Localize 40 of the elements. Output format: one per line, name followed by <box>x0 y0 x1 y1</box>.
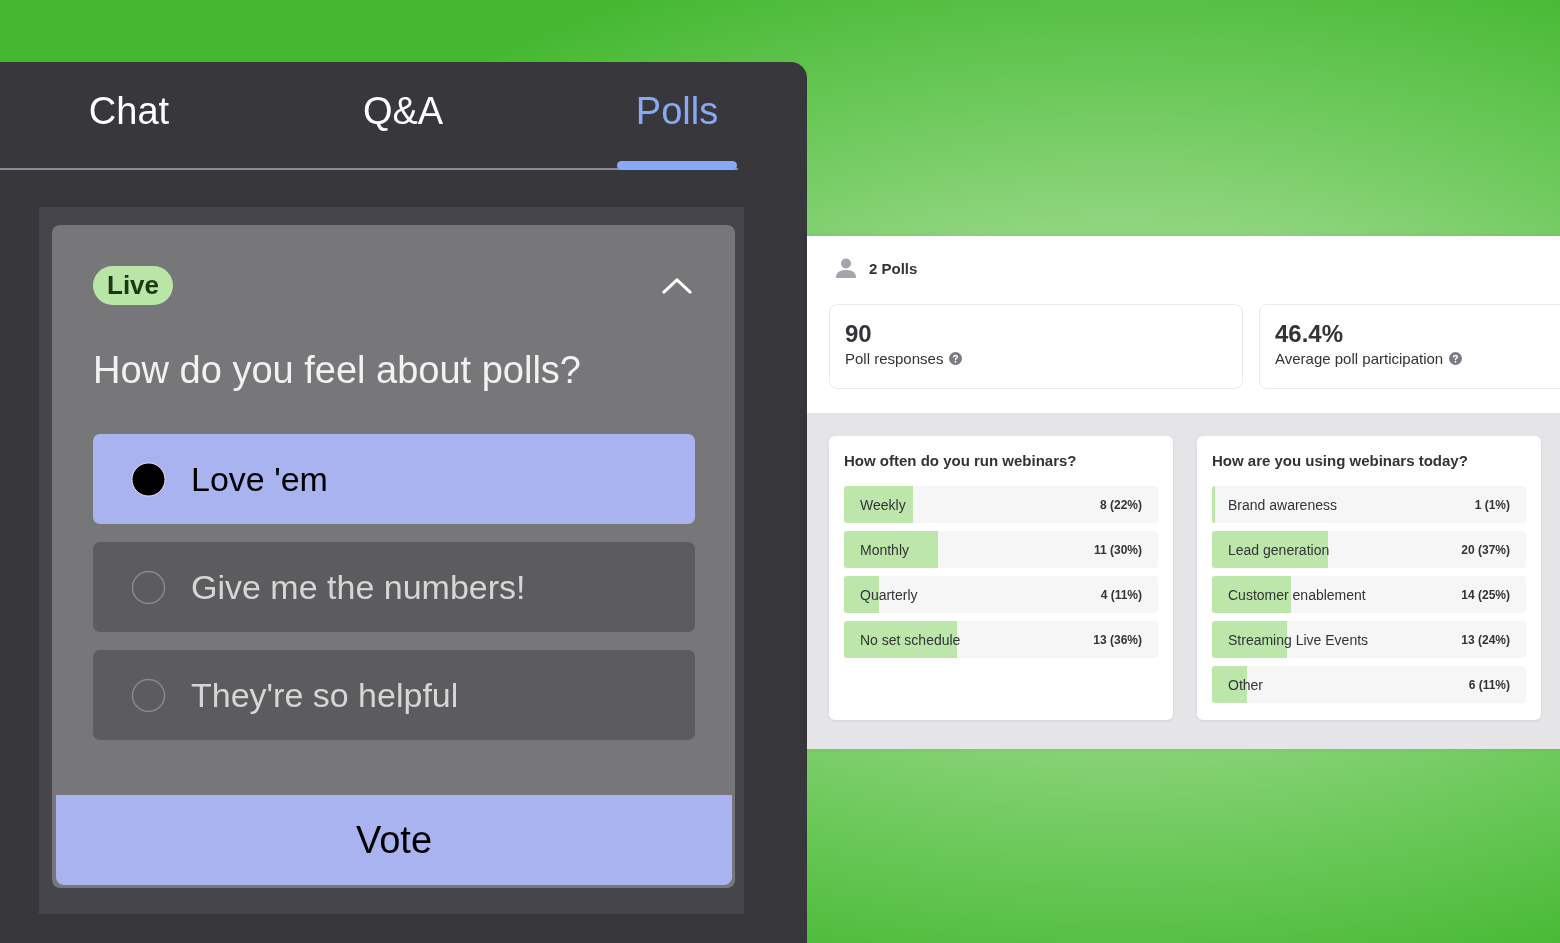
poll-question: How do you feel about polls? <box>93 348 582 392</box>
result-label: Brand awareness <box>1228 496 1337 513</box>
result-label: Quarterly <box>860 586 918 603</box>
stat-value: 46.4% <box>1275 319 1345 349</box>
result-count: 1 (1%) <box>1474 497 1510 512</box>
polls-count: 2 Polls <box>869 259 918 277</box>
stat-label: Poll responses <box>845 350 944 367</box>
result-count: 8 (22%) <box>1099 497 1142 512</box>
result-count: 13 (36%) <box>1093 632 1142 647</box>
radio-button[interactable] <box>131 569 166 605</box>
result-label: Weekly <box>860 496 906 513</box>
result-count: 14 (25%) <box>1461 587 1510 602</box>
radio-button[interactable] <box>131 677 166 713</box>
results-title: How are you using webinars today? <box>1212 452 1469 470</box>
poll-option[interactable]: Love 'em <box>93 434 695 524</box>
tab[interactable]: Polls <box>617 62 737 170</box>
poll-option[interactable]: Give me the numbers! <box>93 542 695 632</box>
result-label: Other <box>1228 676 1263 693</box>
result-count: 4 (11%) <box>1100 587 1142 602</box>
result-label: No set schedule <box>860 631 961 648</box>
result-count: 20 (37%) <box>1461 542 1510 557</box>
result-count: 6 (11%) <box>1468 677 1510 692</box>
stat-label: Average poll participation <box>1275 350 1444 367</box>
chevron-up-icon[interactable] <box>662 277 692 294</box>
result-label: Lead generation <box>1228 541 1330 558</box>
help-icon <box>949 352 963 365</box>
results-title: How often do you run webinars? <box>844 452 1078 470</box>
result-label: Customer enablement <box>1228 586 1366 603</box>
result-label: Monthly <box>860 541 910 558</box>
result-count: 11 (30%) <box>1093 542 1142 557</box>
help-icon <box>1449 352 1463 365</box>
result-label: Streaming Live Events <box>1228 631 1369 648</box>
poll-option[interactable]: They're so helpful <box>93 650 695 740</box>
tab[interactable]: Chat <box>69 62 189 170</box>
stat-value: 90 <box>845 319 873 349</box>
person-icon <box>836 258 856 278</box>
vote-button[interactable]: Vote <box>56 795 732 885</box>
tab[interactable]: Q&A <box>343 62 463 170</box>
status-badge: Live <box>93 266 174 305</box>
result-count: 13 (24%) <box>1461 632 1510 647</box>
